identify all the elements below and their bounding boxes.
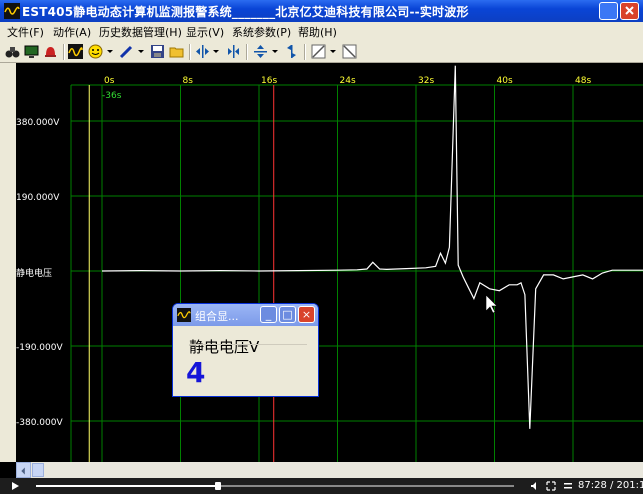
x-tick-label: 0s [104,76,115,86]
volume-icon[interactable] [530,481,540,491]
toolbar [0,41,643,63]
scroll-left-button[interactable] [16,462,31,478]
zoom-in-x-icon[interactable] [195,44,210,59]
menu-file[interactable]: 文件(F) [7,24,44,40]
pen-dropdown-arrow[interactable] [138,50,144,53]
toolbar-separator [63,44,65,60]
settings-icon[interactable] [563,481,573,491]
minimize-button[interactable] [599,2,618,20]
play-icon[interactable] [10,481,20,491]
combined-display-window[interactable]: 组合显... _ □ × 静电电压V 4 [172,303,319,397]
channel-label: 静电电压V [189,338,260,356]
x-tick-label: 48s [575,76,591,86]
alarm-bell-icon[interactable] [43,44,58,59]
x-tick-label: 16s [261,76,277,86]
x-tick-label: 8s [183,76,194,86]
status-bar: 87:28 / 201:1 [0,478,643,494]
dialog-title: 组合显... [195,310,239,323]
menu-display[interactable]: 显示(V) [186,24,224,40]
x-tick-label: 40s [497,76,513,86]
waveform-app-icon [4,3,20,19]
waveform-app-icon [177,308,191,322]
close-icon [625,6,634,15]
x-offset-label: -36s [102,91,122,101]
y-tick-label: -380.000V [16,418,63,428]
toolbar-separator [189,44,191,60]
binoculars-icon[interactable] [5,44,20,59]
line-style-icon[interactable] [311,44,326,59]
progress-knob[interactable] [214,482,221,490]
progress-fill [36,485,218,487]
toolbar-separator [246,44,248,60]
dialog-title-bar[interactable]: 组合显... _ □ × [173,304,318,326]
zoom-in-y-icon[interactable] [253,44,268,59]
horizontal-scrollbar[interactable] [16,462,643,478]
smiley-dropdown-arrow[interactable] [107,50,113,53]
zoom-x-dropdown-arrow[interactable] [213,50,219,53]
pen-icon[interactable] [119,44,134,59]
dialog-maximize-button[interactable]: □ [279,306,296,323]
window-title: EST405静电动态计算机监测报警系统_______北京亿艾迪科技有限公司--实… [22,5,469,19]
y-tick-label: -190.000V [16,343,63,353]
waveform-plot[interactable]: 0s 8s 16s 24s 32s 40s 48s 380.000V 190.000V 静电电压… [16,63,643,462]
title-bar: EST405静电动态计算机监测报警系统_______北京亿艾迪科技有限公司--实… [0,0,643,22]
grid-toggle-icon[interactable] [342,44,357,59]
toolbar-separator [304,44,306,60]
voltage-value: 4 [186,356,206,389]
scroll-thumb[interactable] [32,463,44,477]
line-style-dropdown-arrow[interactable] [330,50,336,53]
dialog-close-button[interactable]: × [298,306,315,323]
label-divider [189,344,307,345]
fit-y-icon[interactable] [284,44,299,59]
arrow-left-icon [21,467,25,475]
x-tick-label: 32s [418,76,434,86]
smiley-icon[interactable] [88,44,103,59]
open-folder-icon[interactable] [169,44,184,59]
waveform-icon[interactable] [68,44,83,59]
y-tick-label: 190.000V [16,193,60,203]
menu-history[interactable]: 历史数据管理(H) [99,24,182,40]
zoom-y-dropdown-arrow[interactable] [272,50,278,53]
close-button[interactable] [620,2,639,20]
monitor-icon[interactable] [24,44,39,59]
menu-help[interactable]: 帮助(H) [298,24,337,40]
menu-action[interactable]: 动作(A) [53,24,91,40]
y-tick-label: 380.000V [16,118,60,128]
left-margin [0,63,16,462]
playback-time: 87:28 / 201:1 [578,480,643,491]
zoom-out-x-icon[interactable] [226,44,241,59]
save-disk-icon[interactable] [150,44,165,59]
menu-system-params[interactable]: 系统参数(P) [232,24,291,40]
fullscreen-icon[interactable] [546,481,556,491]
dialog-minimize-button[interactable]: _ [260,306,277,323]
menu-bar: 文件(F) 动作(A) 历史数据管理(H) 显示(V) 系统参数(P) 帮助(H… [0,22,643,41]
x-tick-label: 24s [340,76,356,86]
y-series-label: 静电电压 [16,267,52,279]
